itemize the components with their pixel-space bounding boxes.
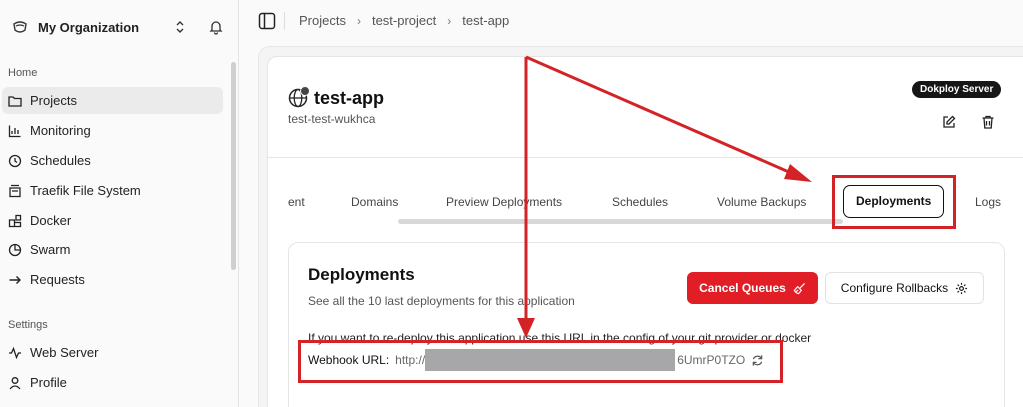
topbar-divider — [284, 12, 285, 30]
sidebar-scrollbar[interactable] — [231, 62, 236, 270]
sidebar-item-label: Profile — [30, 375, 67, 390]
docker-icon — [8, 214, 22, 227]
tab-logs[interactable]: Logs — [975, 185, 1001, 219]
chart-icon — [8, 125, 21, 137]
swarm-icon — [8, 243, 22, 256]
sidebar-item-label: Docker — [30, 213, 72, 228]
tab-schedules[interactable]: Schedules — [612, 185, 668, 219]
configure-rollbacks-label: Configure Rollbacks — [840, 281, 949, 295]
sidebar-item-requests[interactable]: Requests — [2, 266, 223, 293]
chevron-right-icon: › — [356, 13, 361, 28]
tab-environment[interactable]: ent — [288, 185, 305, 219]
sidebar-item-swarm[interactable]: Swarm — [2, 236, 223, 263]
breadcrumb-projects[interactable]: Projects — [299, 13, 346, 28]
bell-icon[interactable] — [208, 19, 224, 35]
tab-volume-backups[interactable]: Volume Backups — [717, 185, 806, 219]
sidebar-item-schedules[interactable]: Schedules — [2, 147, 223, 174]
tab-scrollbar[interactable] — [398, 219, 843, 224]
folder-icon — [8, 95, 22, 107]
sidebar-item-label: Projects — [30, 93, 77, 108]
status-dot — [300, 86, 310, 96]
configure-rollbacks-button[interactable]: Configure Rollbacks — [825, 272, 984, 304]
tab-preview-deployments[interactable]: Preview Deployments — [446, 185, 562, 219]
sidebar: My Organization Home Projects Monitoring… — [0, 0, 239, 407]
broom-icon — [793, 282, 805, 294]
sidebar-item-label: Schedules — [30, 153, 91, 168]
annotation-box-deployments-tab — [832, 175, 956, 229]
cancel-queues-label: Cancel Queues — [699, 281, 786, 295]
trash-icon[interactable] — [980, 114, 996, 130]
app-header-divider — [268, 157, 1023, 158]
annotation-box-webhook-url — [298, 340, 783, 383]
user-icon — [9, 376, 21, 389]
breadcrumb-project[interactable]: test-project — [372, 13, 436, 28]
sidebar-item-docker[interactable]: Docker — [2, 207, 223, 234]
organization-name: My Organization — [38, 19, 140, 35]
cancel-queues-button[interactable]: Cancel Queues — [687, 272, 818, 304]
gear-icon — [956, 282, 968, 294]
sidebar-item-monitoring[interactable]: Monitoring — [2, 117, 223, 144]
chevron-up-down-icon[interactable] — [173, 19, 187, 35]
server-badge: Dokploy Server — [912, 81, 1002, 98]
deployments-title: Deployments — [308, 265, 415, 284]
sidebar-item-label: Swarm — [30, 242, 71, 257]
breadcrumb: Projects › test-project › test-app — [299, 13, 509, 28]
tab-domains[interactable]: Domains — [351, 185, 398, 219]
sidebar-item-projects[interactable]: Projects — [2, 87, 223, 114]
chevron-right-icon: › — [447, 13, 452, 28]
sidebar-item-label: Requests — [30, 272, 85, 287]
app-title: test-app — [314, 88, 385, 108]
sidebar-item-profile[interactable]: Profile — [2, 369, 223, 396]
deployments-description: See all the 10 last deployments for this… — [308, 294, 575, 308]
app-subtitle: test-test-wukhca — [288, 112, 376, 126]
sidebar-item-label: Traefik File System — [30, 183, 141, 198]
sidebar-item-label: Web Server — [30, 345, 99, 360]
requests-icon — [9, 275, 21, 284]
edit-icon[interactable] — [941, 114, 957, 130]
file-system-icon — [9, 184, 21, 197]
section-label-home: Home — [8, 67, 38, 79]
clock-icon — [8, 154, 22, 167]
sidebar-toggle-icon[interactable] — [258, 12, 276, 30]
sidebar-item-label: Monitoring — [30, 123, 91, 138]
breadcrumb-app[interactable]: test-app — [462, 13, 509, 28]
organization-logo-icon — [13, 21, 27, 33]
sidebar-item-traefik-file-system[interactable]: Traefik File System — [2, 177, 223, 204]
organization-switcher[interactable]: My Organization — [8, 12, 230, 42]
section-label-settings: Settings — [8, 319, 48, 331]
activity-icon — [9, 346, 21, 359]
sidebar-item-web-server[interactable]: Web Server — [2, 339, 223, 366]
